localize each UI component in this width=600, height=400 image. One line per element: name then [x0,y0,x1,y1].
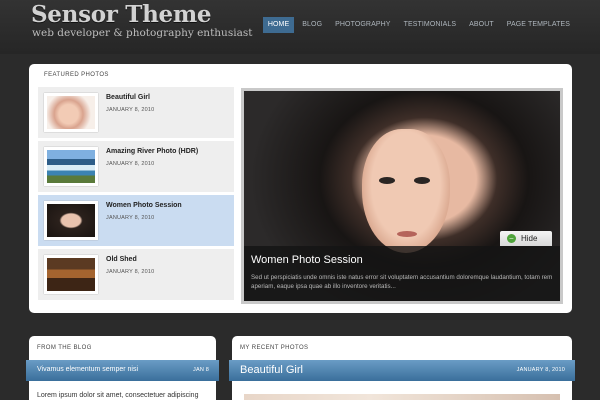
featured-item-date: JANUARY 8, 2010 [106,215,155,221]
blog-post-bar[interactable]: Vivamus elementum semper nisi JAN 8 [26,360,219,381]
portrait-eye-right [414,177,430,184]
featured-item-date: JANUARY 8, 2010 [106,161,155,167]
site-tagline: web developer & photography enthusiast [32,27,253,39]
hide-button-label: Hide [521,234,538,243]
nav-item-blog[interactable]: BLOG [297,17,327,33]
blog-excerpt: Lorem ipsum dolor sit amet, consectetuer… [37,392,199,399]
recent-photos-heading: MY RECENT PHOTOS [240,345,309,351]
nav-item-page-templates[interactable]: PAGE TEMPLATES [502,17,575,33]
featured-item-beautiful-girl[interactable]: Beautiful Girl JANUARY 8, 2010 [38,87,234,138]
thumbnail-image[interactable] [44,255,98,294]
thumbnail-image[interactable] [44,147,98,186]
featured-photos-panel: FEATURED PHOTOS Beautiful Girl JANUARY 8… [29,64,572,313]
site-header: Sensor Theme web developer & photography… [0,0,600,54]
blog-post-date: JAN 8 [193,367,209,373]
featured-item-title[interactable]: Beautiful Girl [106,94,150,101]
thumbnail-image[interactable] [44,201,98,240]
featured-thumb-list: Beautiful Girl JANUARY 8, 2010 Amazing R… [38,87,234,303]
featured-main-photo[interactable]: – Hide Women Photo Session Sed ut perspi… [241,88,563,304]
featured-item-title[interactable]: Women Photo Session [106,202,182,209]
recent-photo-title[interactable]: Beautiful Girl [240,364,303,376]
caption-title[interactable]: Women Photo Session [251,254,363,266]
blog-heading: FROM THE BLOG [37,345,92,351]
main-nav: HOME BLOG PHOTOGRAPHY TESTIMONIALS ABOUT… [260,17,575,33]
featured-item-date: JANUARY 8, 2010 [106,269,155,275]
featured-item-river[interactable]: Amazing River Photo (HDR) JANUARY 8, 201… [38,141,234,192]
site-title[interactable]: Sensor Theme [31,1,212,28]
featured-item-women-session[interactable]: Women Photo Session JANUARY 8, 2010 [38,195,234,246]
featured-item-title[interactable]: Amazing River Photo (HDR) [106,148,198,155]
recent-photo-date: JANUARY 8, 2010 [516,367,565,373]
photo-caption: Women Photo Session Sed ut perspiciatis … [244,246,560,301]
featured-photos-heading: FEATURED PHOTOS [44,72,109,78]
portrait-lips [397,231,417,237]
minus-circle-icon: – [507,234,516,243]
featured-item-old-shed[interactable]: Old Shed JANUARY 8, 2010 [38,249,234,300]
nav-item-photography[interactable]: PHOTOGRAPHY [330,17,395,33]
hide-caption-button[interactable]: – Hide [500,231,552,246]
nav-item-about[interactable]: ABOUT [464,17,499,33]
blog-post-title[interactable]: Vivamus elementum semper nisi [37,366,138,373]
recent-photo-bar[interactable]: Beautiful Girl JANUARY 8, 2010 [229,360,575,381]
nav-item-testimonials[interactable]: TESTIMONIALS [399,17,462,33]
portrait-eye-left [379,177,395,184]
recent-photo-image[interactable] [244,394,560,400]
featured-item-date: JANUARY 8, 2010 [106,107,155,113]
caption-description: Sed ut perspiciatis unde omnis iste natu… [251,274,553,290]
nav-item-home[interactable]: HOME [262,17,295,33]
featured-item-title[interactable]: Old Shed [106,256,137,263]
thumbnail-image[interactable] [44,93,98,132]
